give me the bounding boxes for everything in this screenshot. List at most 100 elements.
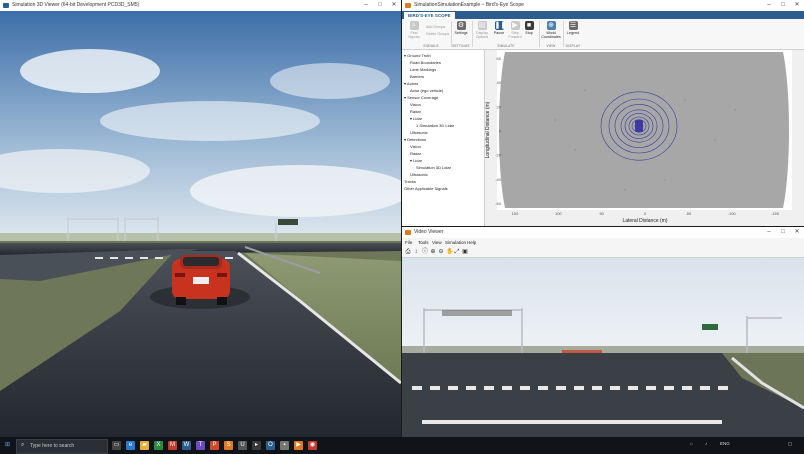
tree-node[interactable]: ▾ Sensor Coverage: [404, 95, 438, 100]
add-groups-button[interactable]: Add Groups: [426, 25, 445, 29]
menu-simulation[interactable]: Simulation: [445, 240, 466, 245]
simulink-icon[interactable]: S: [224, 441, 233, 450]
task-view-icon[interactable]: ▭: [112, 441, 121, 450]
find-signals-button[interactable]: ⌕ Find Signals: [405, 21, 423, 39]
scope-plot-area: 150 100 50 0 -50 -100 -150 60 40 20 0 -20 -40 -60 La…: [485, 50, 804, 226]
bes-maximize-button[interactable]: □: [776, 0, 790, 11]
unreal-app-icon: [3, 3, 9, 8]
snapshot-icon[interactable]: ▣: [462, 249, 468, 255]
terminal-icon[interactable]: ▸: [252, 441, 261, 450]
print-icon[interactable]: ⎙: [405, 249, 411, 255]
vv-window-title: Video Viewer: [414, 229, 444, 235]
step-forward-icon: ▶: [510, 21, 520, 30]
app-icon[interactable]: ▪: [280, 441, 289, 450]
tree-node[interactable]: Radar: [410, 109, 421, 114]
y-tick-label: 40: [497, 80, 502, 85]
search-icon: ⌕: [21, 442, 25, 448]
birds-eye-plot[interactable]: 150 100 50 0 -50 -100 -150 6040200-20-40-60 La…: [485, 50, 804, 226]
x-tick-label: 150: [512, 211, 519, 216]
taskbar-search-box[interactable]: ⌕ Type here to search: [16, 439, 108, 454]
vv-maximize-button[interactable]: □: [776, 227, 790, 238]
tree-node[interactable]: ▾ Detections: [404, 137, 426, 142]
delete-groups-button[interactable]: Delete Groups: [426, 32, 449, 36]
tree-node[interactable]: Tracks: [404, 179, 416, 184]
word-icon[interactable]: W: [182, 441, 191, 450]
bes-minimize-button[interactable]: –: [762, 0, 776, 11]
pan-icon[interactable]: ✋: [446, 249, 453, 255]
video-frame[interactable]: [402, 258, 804, 437]
y-tick-label: 20: [497, 104, 502, 109]
edge-icon[interactable]: e: [126, 441, 135, 450]
matlab-icon[interactable]: M: [168, 441, 177, 450]
tree-node[interactable]: ▾ Ground Truth: [404, 53, 431, 58]
sim-3d-scene[interactable]: [0, 11, 401, 437]
zoom-in-icon[interactable]: ⊕: [430, 249, 436, 255]
y-tick-label: 60: [497, 56, 502, 61]
menu-tools[interactable]: Tools: [418, 240, 429, 245]
stop-button[interactable]: ■ Stop: [520, 21, 538, 35]
pause-icon: ❚❚: [494, 21, 507, 30]
fit-icon[interactable]: ⤢: [454, 249, 460, 255]
legend-button[interactable]: ☰ Legend: [564, 21, 582, 35]
gear-icon: ⚙: [456, 21, 466, 30]
x-tick-label: -100: [728, 211, 737, 216]
navigate-icon[interactable]: ↕: [413, 249, 419, 255]
world-coordinates-button[interactable]: ⊕ World Coordinates: [540, 21, 562, 39]
close-button[interactable]: ✕: [387, 0, 401, 11]
info-icon[interactable]: ⓘ: [422, 249, 428, 255]
file-explorer-icon[interactable]: ▰: [140, 441, 149, 450]
tree-node[interactable]: Actor (ego vehicle): [410, 88, 443, 93]
tree-node[interactable]: ▾ Lidar: [410, 116, 422, 121]
legend-icon: ☰: [568, 21, 578, 30]
menu-view[interactable]: View: [432, 240, 442, 245]
bes-window-title: SimulationSimulationExample – Bird's-Eye…: [414, 2, 524, 8]
minimize-button[interactable]: –: [359, 0, 373, 11]
video-viewer-task-icon[interactable]: ▶: [294, 441, 303, 450]
menu-file[interactable]: File: [405, 240, 412, 245]
tree-node[interactable]: Barriers: [410, 74, 424, 79]
notification-icon[interactable]: ▢: [788, 441, 792, 447]
windows-start-icon[interactable]: ⊞: [3, 441, 12, 450]
tree-node[interactable]: Simulation 3D Lidar: [416, 165, 451, 170]
tree-node[interactable]: Other Applicable Signals: [404, 186, 448, 191]
tree-node[interactable]: ▾ Actors: [404, 81, 418, 86]
tree-node[interactable]: Vision: [410, 144, 421, 149]
tree-node[interactable]: Lane Markings: [410, 67, 436, 72]
menu-help[interactable]: Help: [467, 240, 476, 245]
globe-icon: ⊕: [546, 21, 556, 30]
tree-node[interactable]: 1 Simulation 3D Lidar: [416, 123, 454, 128]
network-icon[interactable]: ⌂: [690, 441, 693, 446]
display-options-button[interactable]: ▤ Display Options: [473, 21, 491, 39]
tree-node[interactable]: ▾ Lidar: [410, 158, 422, 163]
ribbon: ⌕ Find Signals Add Groups Delete Groups …: [402, 19, 804, 50]
volume-icon[interactable]: ♪: [705, 441, 707, 446]
display-options-label: Display Options: [475, 31, 489, 39]
zoom-out-icon[interactable]: ⊖: [438, 249, 444, 255]
outlook-icon[interactable]: O: [266, 441, 275, 450]
matlab-app-icon: [405, 3, 411, 8]
vv-close-button[interactable]: ✕: [790, 227, 804, 238]
pause-label: Pause: [493, 31, 505, 35]
scope-task-icon[interactable]: ◉: [308, 441, 317, 450]
tree-node[interactable]: Ultrasonic: [410, 172, 428, 177]
teams-icon[interactable]: T: [196, 441, 205, 450]
settings-button[interactable]: ⚙ Settings: [452, 21, 470, 35]
find-signals-label: Find Signals: [408, 31, 420, 39]
tree-node[interactable]: Ultrasonic: [410, 130, 428, 135]
stop-label: Stop: [525, 31, 533, 35]
tab-birds-eye-scope[interactable]: BIRD'S-EYE SCOPE: [404, 12, 455, 19]
settings-label: Settings: [454, 31, 468, 35]
x-tick-label: 0: [644, 211, 647, 216]
y-tick-label: -40: [495, 177, 502, 182]
vv-menu-bar: File Tools View Simulation Help: [402, 238, 804, 247]
tree-node[interactable]: Radar: [410, 151, 421, 156]
bes-close-button[interactable]: ✕: [790, 0, 804, 11]
vv-minimize-button[interactable]: –: [762, 227, 776, 238]
unreal-icon[interactable]: U: [238, 441, 247, 450]
tree-node[interactable]: Vision: [410, 102, 421, 107]
maximize-button[interactable]: □: [373, 0, 387, 11]
system-tray-lang[interactable]: ENG: [720, 441, 730, 446]
excel-icon[interactable]: X: [154, 441, 163, 450]
tree-node[interactable]: Road Boundaries: [410, 60, 441, 65]
powerpoint-icon[interactable]: P: [210, 441, 219, 450]
